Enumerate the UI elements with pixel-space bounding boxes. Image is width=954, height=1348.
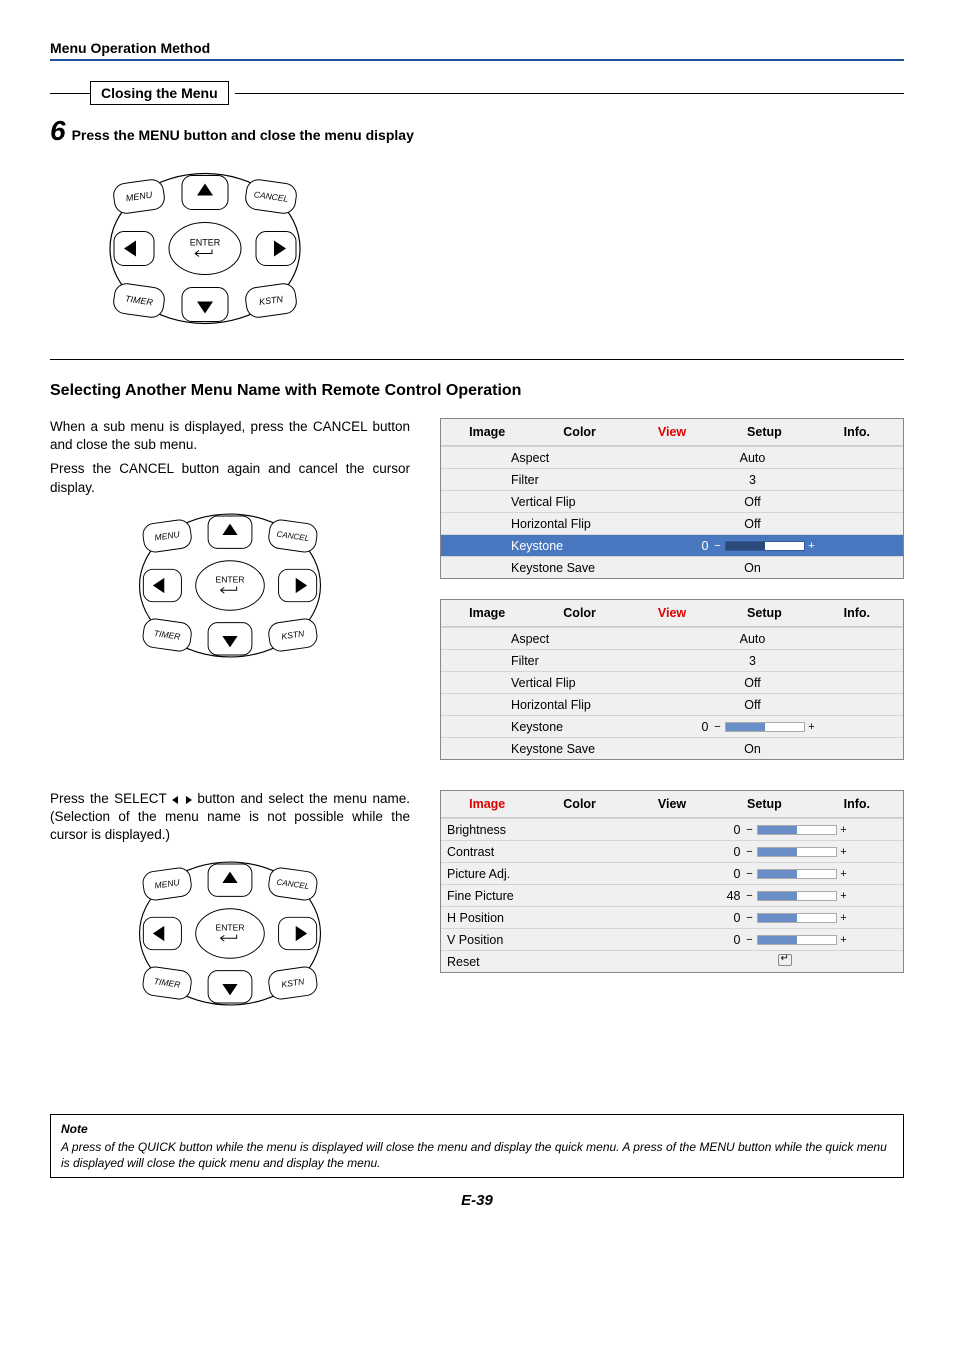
osd-row-label: H Position — [447, 911, 672, 925]
step-6: 6 Press the MENU button and close the me… — [50, 115, 904, 147]
osd-row: Reset — [441, 950, 903, 972]
osd-row-label: Vertical Flip — [511, 495, 672, 509]
osd-row: H Position0−+ — [441, 906, 903, 928]
osd-row-label: Aspect — [511, 632, 672, 646]
note-text: A press of the QUICK button while the me… — [61, 1140, 887, 1170]
osd-row-label: Keystone Save — [511, 742, 672, 756]
osd-row-label: Fine Picture — [447, 889, 672, 903]
osd-row-value: 0−+ — [672, 845, 897, 859]
osd-row-label: Filter — [511, 473, 672, 487]
osd-row: Filter3 — [441, 468, 903, 490]
osd-row-value: Auto — [672, 632, 833, 646]
osd-row-value: 0−+ — [672, 911, 897, 925]
osd-row: Keystone0−+ — [441, 715, 903, 737]
osd-row: Horizontal FlipOff — [441, 512, 903, 534]
osd-row-value: Auto — [672, 451, 833, 465]
paragraph-1a: When a sub menu is displayed, press the … — [50, 418, 410, 454]
osd-tab-image: Image — [441, 791, 533, 818]
remote-figure-2 — [130, 503, 330, 668]
osd-tab-setup: Setup — [718, 419, 810, 446]
note-label: Note — [61, 1121, 893, 1137]
osd-row: Horizontal FlipOff — [441, 693, 903, 715]
note-box: Note A press of the QUICK button while t… — [50, 1114, 904, 1179]
osd-row-label: Picture Adj. — [447, 867, 672, 881]
osd-row: Filter3 — [441, 649, 903, 671]
osd-row-value: 0−+ — [672, 720, 833, 734]
closing-title: Closing the Menu — [90, 81, 229, 105]
osd-row-label: Keystone — [511, 539, 672, 553]
osd-row: Keystone SaveOn — [441, 737, 903, 759]
osd-panel-3: ImageColorViewSetupInfo. Brightness0−+Co… — [440, 790, 904, 973]
osd-row-label: Vertical Flip — [511, 676, 672, 690]
osd-tab-color: Color — [533, 791, 625, 818]
osd-row: Keystone SaveOn — [441, 556, 903, 578]
step-number: 6 — [50, 115, 66, 147]
osd-row-value: Off — [672, 517, 833, 531]
reset-icon — [778, 954, 792, 966]
osd-tab-info: Info. — [811, 791, 903, 818]
osd-row-label: Brightness — [447, 823, 672, 837]
osd-tab-view: View — [626, 791, 718, 818]
osd-row-value: Off — [672, 698, 833, 712]
osd-row: V Position0−+ — [441, 928, 903, 950]
osd-tab-image: Image — [441, 419, 533, 446]
paragraph-1b: Press the CANCEL button again and cancel… — [50, 460, 410, 496]
osd-tab-setup: Setup — [718, 600, 810, 627]
osd-row-value: 48−+ — [672, 889, 897, 903]
osd-row-value: 3 — [672, 473, 833, 487]
osd-row-label: Contrast — [447, 845, 672, 859]
osd-row: AspectAuto — [441, 446, 903, 468]
horizontal-rule — [50, 359, 904, 360]
osd-row-label: Horizontal Flip — [511, 517, 672, 531]
step-text: Press the MENU button and close the menu… — [72, 127, 414, 143]
osd-row: Picture Adj.0−+ — [441, 862, 903, 884]
osd-tab-color: Color — [533, 600, 625, 627]
osd-row: AspectAuto — [441, 627, 903, 649]
section-header: Menu Operation Method — [50, 40, 904, 61]
osd-tab-info: Info. — [811, 600, 903, 627]
osd-row: Contrast0−+ — [441, 840, 903, 862]
remote-figure-1 — [100, 161, 310, 336]
osd-row: Keystone0−+ — [441, 534, 903, 556]
osd-row: Brightness0−+ — [441, 818, 903, 840]
osd-tab-color: Color — [533, 419, 625, 446]
paragraph-2: Press the SELECT button and select the m… — [50, 790, 410, 845]
osd-row: Vertical FlipOff — [441, 490, 903, 512]
osd-tab-setup: Setup — [718, 791, 810, 818]
osd-row-label: V Position — [447, 933, 672, 947]
osd-row: Vertical FlipOff — [441, 671, 903, 693]
osd-row-value — [672, 954, 897, 969]
osd-row-label: Filter — [511, 654, 672, 668]
osd-tab-view: View — [626, 419, 718, 446]
osd-row-label: Keystone Save — [511, 561, 672, 575]
osd-row-value: 0−+ — [672, 539, 833, 553]
osd-row-value: On — [672, 742, 833, 756]
osd-tab-view: View — [626, 600, 718, 627]
left-right-arrow-icon — [172, 795, 192, 805]
osd-row-value: On — [672, 561, 833, 575]
osd-row-value: 0−+ — [672, 933, 897, 947]
osd-row: Fine Picture48−+ — [441, 884, 903, 906]
osd-tab-info: Info. — [811, 419, 903, 446]
osd-row-value: 0−+ — [672, 867, 897, 881]
osd-row-label: Reset — [447, 955, 672, 969]
osd-tab-image: Image — [441, 600, 533, 627]
subheading: Selecting Another Menu Name with Remote … — [50, 382, 904, 400]
osd-row-label: Aspect — [511, 451, 672, 465]
osd-row-value: Off — [672, 495, 833, 509]
osd-row-label: Horizontal Flip — [511, 698, 672, 712]
osd-row-label: Keystone — [511, 720, 672, 734]
page-number: E-39 — [50, 1192, 904, 1209]
closing-menu-heading: Closing the Menu — [50, 81, 904, 105]
osd-row-value: 3 — [672, 654, 833, 668]
osd-panel-1: ImageColorViewSetupInfo. AspectAutoFilte… — [440, 418, 904, 579]
osd-panel-2: ImageColorViewSetupInfo. AspectAutoFilte… — [440, 599, 904, 760]
remote-figure-3 — [130, 851, 330, 1016]
osd-row-value: 0−+ — [672, 823, 897, 837]
osd-row-value: Off — [672, 676, 833, 690]
